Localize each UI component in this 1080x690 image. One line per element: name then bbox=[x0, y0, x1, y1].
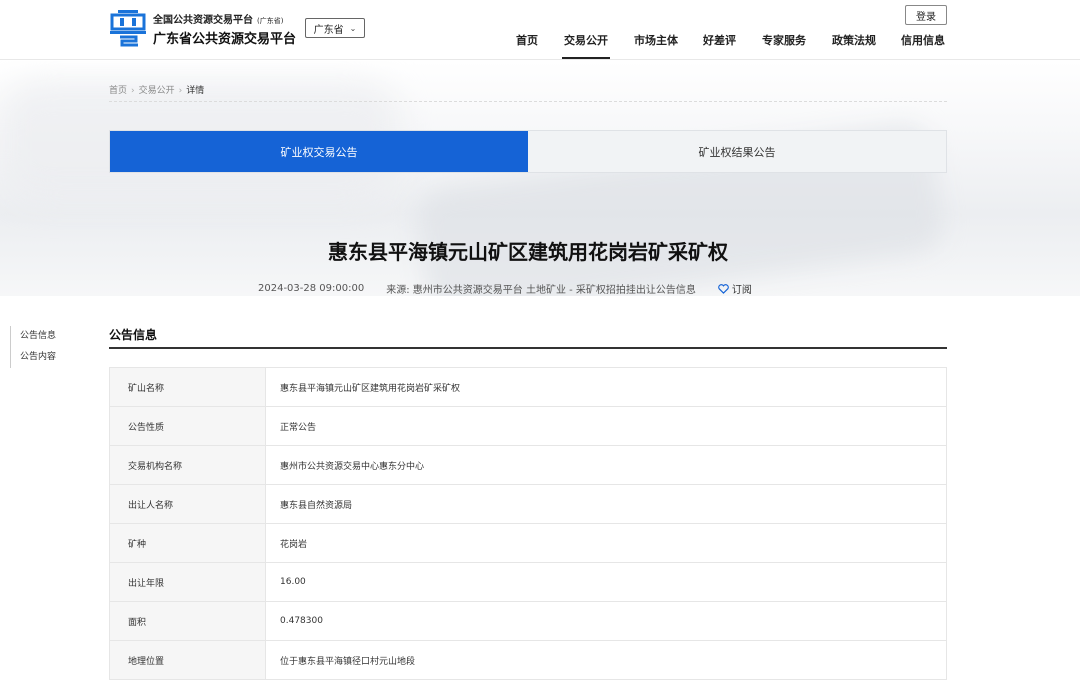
page-title: 惠东县平海镇元山矿区建筑用花岗岩矿采矿权 bbox=[328, 240, 728, 264]
field-label: 出让人名称 bbox=[109, 484, 266, 524]
region-select-value: 广东省 bbox=[313, 24, 344, 36]
field-label: 交易机构名称 bbox=[109, 445, 266, 485]
field-value: 0.478300 bbox=[265, 601, 947, 641]
region-select[interactable]: 广东省 ⌄ bbox=[305, 18, 365, 38]
logo-title-national: 全国公共资源交易平台 (广东省) bbox=[153, 15, 284, 26]
nav-review[interactable]: 好差评 bbox=[703, 32, 736, 48]
field-value: 16.00 bbox=[265, 562, 947, 602]
nav-home[interactable]: 首页 bbox=[516, 32, 538, 48]
breadcrumb: 首页 › 交易公开 › 详情 bbox=[109, 86, 205, 96]
section-divider bbox=[109, 347, 947, 349]
notice-type-tabs: 矿业权交易公告 矿业权结果公告 bbox=[109, 130, 947, 173]
table-row: 面积 0.478300 bbox=[109, 601, 947, 641]
breadcrumb-divider bbox=[109, 101, 947, 102]
field-label: 地理位置 bbox=[109, 640, 266, 680]
nav-credit[interactable]: 信用信息 bbox=[901, 32, 945, 48]
notice-meta: 2024-03-28 09:00:00 来源: 惠州市公共资源交易平台 土地矿业… bbox=[258, 281, 752, 296]
table-row: 出让年限 16.00 bbox=[109, 562, 947, 602]
table-row: 出让人名称 惠东县自然资源局 bbox=[109, 484, 947, 524]
breadcrumb-trade-public[interactable]: 交易公开 bbox=[139, 86, 175, 96]
logo-title-province: 广东省公共资源交易平台 bbox=[153, 32, 297, 47]
nav-expert-service[interactable]: 专家服务 bbox=[762, 32, 806, 48]
tab-mining-result-notice[interactable]: 矿业权结果公告 bbox=[528, 131, 946, 172]
field-value: 花岗岩 bbox=[265, 523, 947, 563]
table-row: 矿种 花岗岩 bbox=[109, 523, 947, 563]
sidenav-item-notice-info[interactable]: 公告信息 bbox=[20, 326, 56, 347]
nav-policy[interactable]: 政策法规 bbox=[832, 32, 876, 48]
field-label: 矿山名称 bbox=[109, 367, 266, 407]
field-value: 正常公告 bbox=[265, 406, 947, 446]
tab-mining-trade-notice[interactable]: 矿业权交易公告 bbox=[110, 131, 528, 172]
table-row: 地理位置 位于惠东县平海镇径口村元山地段 bbox=[109, 640, 947, 680]
publish-datetime: 2024-03-28 09:00:00 bbox=[258, 283, 365, 294]
subscribe-label: 订阅 bbox=[731, 285, 752, 296]
field-value: 惠州市公共资源交易中心惠东分中心 bbox=[265, 445, 947, 485]
platform-logo-icon[interactable] bbox=[108, 8, 148, 48]
chevron-down-icon: ⌄ bbox=[349, 23, 357, 33]
field-value: 位于惠东县平海镇径口村元山地段 bbox=[265, 640, 947, 680]
table-row: 交易机构名称 惠州市公共资源交易中心惠东分中心 bbox=[109, 445, 947, 485]
field-label: 公告性质 bbox=[109, 406, 266, 446]
field-value: 惠东县平海镇元山矿区建筑用花岗岩矿采矿权 bbox=[265, 367, 947, 407]
heart-icon bbox=[718, 283, 729, 294]
table-row: 矿山名称 惠东县平海镇元山矿区建筑用花岗岩矿采矿权 bbox=[109, 367, 947, 407]
section-title: 公告信息 bbox=[109, 328, 158, 342]
site-header: 全国公共资源交易平台 (广东省) 广东省公共资源交易平台 广东省 ⌄ 登录 首页 … bbox=[0, 0, 1080, 60]
subscribe-button[interactable]: 订阅 bbox=[718, 281, 752, 296]
breadcrumb-home[interactable]: 首页 bbox=[109, 86, 127, 96]
table-row: 公告性质 正常公告 bbox=[109, 406, 947, 446]
field-label: 出让年限 bbox=[109, 562, 266, 602]
login-button[interactable]: 登录 bbox=[905, 5, 947, 25]
field-value: 惠东县自然资源局 bbox=[265, 484, 947, 524]
field-label: 矿种 bbox=[109, 523, 266, 563]
notice-info-table: 矿山名称 惠东县平海镇元山矿区建筑用花岗岩矿采矿权 公告性质 正常公告 交易机构名称… bbox=[109, 367, 947, 680]
sidenav-item-notice-content[interactable]: 公告内容 bbox=[20, 347, 56, 368]
notice-source: 来源: 惠州市公共资源交易平台 土地矿业 - 采矿权招拍挂出让公告信息 bbox=[386, 285, 696, 296]
nav-trade-public[interactable]: 交易公开 bbox=[562, 32, 610, 59]
nav-market-entity[interactable]: 市场主体 bbox=[634, 32, 678, 48]
breadcrumb-current: 详情 bbox=[186, 86, 205, 96]
field-label: 面积 bbox=[109, 601, 266, 641]
side-anchor-nav: 公告信息 公告内容 bbox=[10, 326, 56, 368]
